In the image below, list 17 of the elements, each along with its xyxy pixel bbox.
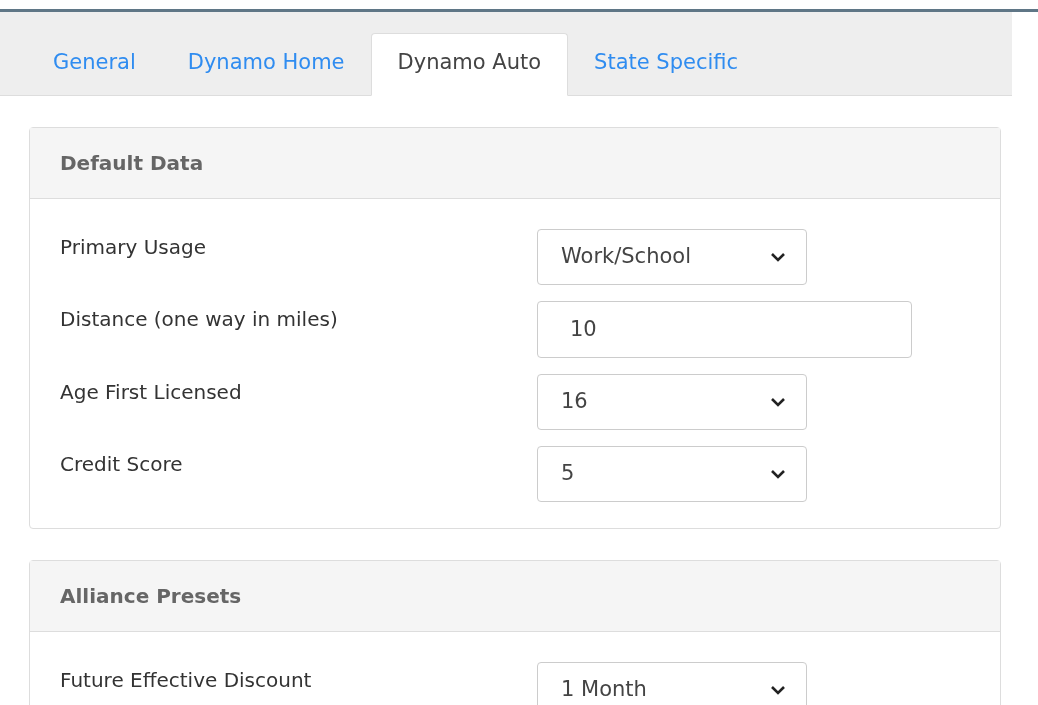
dropdown[interactable]: 16 xyxy=(537,373,807,430)
input-field[interactable]: 10 xyxy=(537,300,912,358)
field-label: Future Effective Discount xyxy=(60,666,313,694)
dropdown[interactable]: Work/School xyxy=(537,228,807,285)
dropdown[interactable]: 1 Month xyxy=(537,661,807,705)
field-label: Primary Usage xyxy=(60,233,207,261)
tab[interactable]: Dynamo Auto xyxy=(370,33,569,96)
chevron-down-icon xyxy=(770,396,786,407)
panel-title: Default Data xyxy=(30,127,1000,199)
chevron-down-icon xyxy=(770,251,786,262)
chevron-down-icon xyxy=(770,684,786,695)
chevron-down-icon xyxy=(770,468,786,479)
panel-title: Alliance Presets xyxy=(30,560,1000,632)
field-label: Age First Licensed xyxy=(60,378,243,406)
field-label: Credit Score xyxy=(60,450,184,478)
field-label: Distance (one way in miles) xyxy=(60,305,339,333)
dropdown[interactable]: 5 xyxy=(537,445,807,502)
